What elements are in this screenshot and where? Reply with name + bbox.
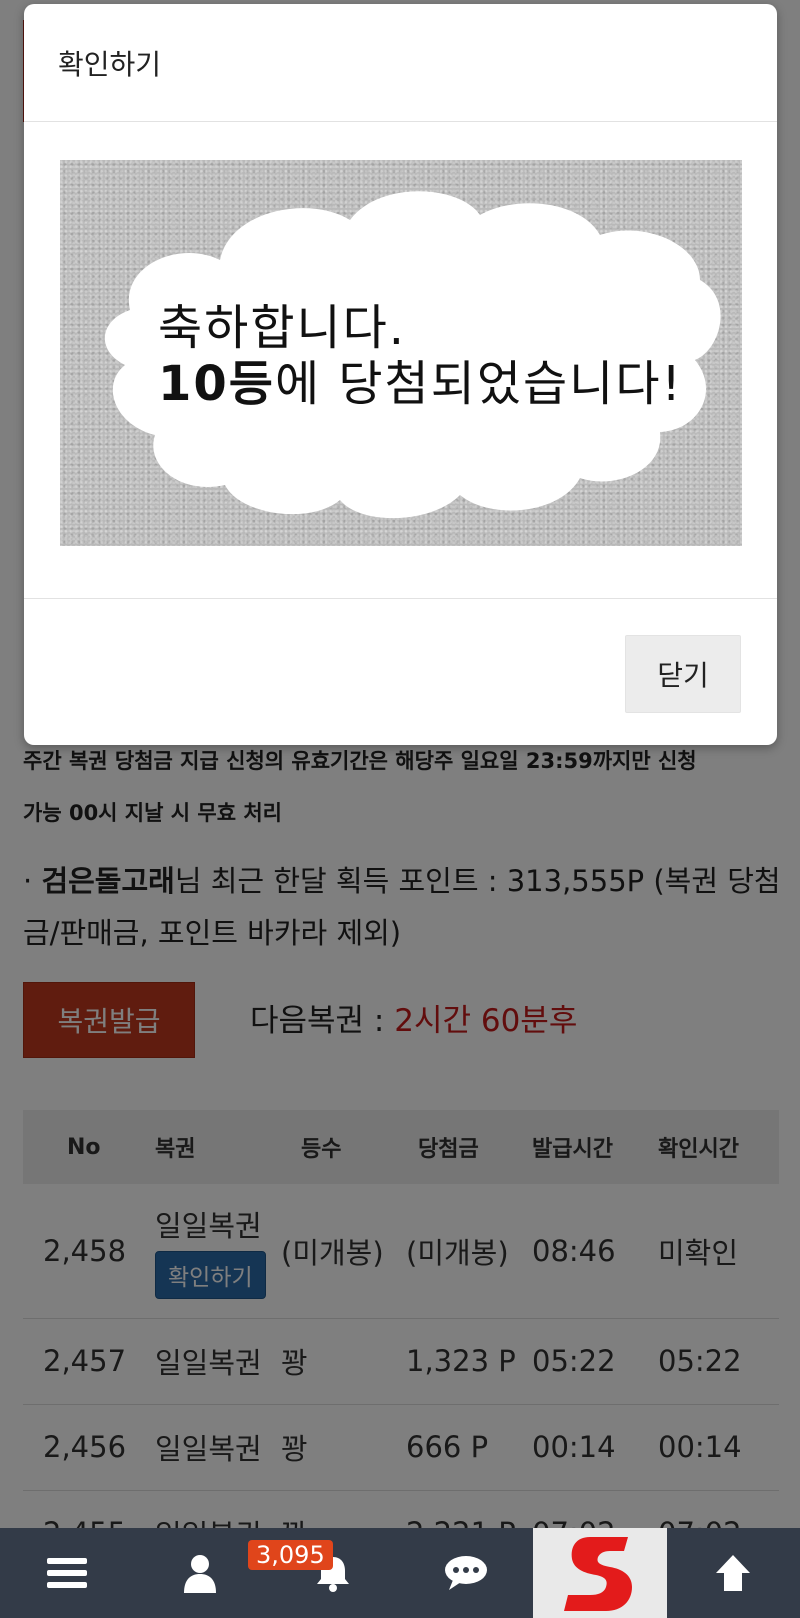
nav-menu[interactable] <box>0 1528 133 1618</box>
win-line-2: 10등에 당첨되었습니다! <box>158 356 683 412</box>
modal-header: 확인하기 <box>24 4 777 122</box>
menu-icon <box>46 1558 87 1588</box>
scratch-card: 축하합니다. 10등에 당첨되었습니다! <box>60 160 742 546</box>
nav-chat[interactable] <box>400 1528 533 1618</box>
close-button[interactable]: 닫기 <box>625 635 741 713</box>
modal-title: 확인하기 <box>58 47 162 81</box>
confirm-modal: 확인하기 축하합니다. 10등에 당첨되었습니다! 닫기 <box>24 4 777 745</box>
chat-icon <box>445 1556 488 1590</box>
win-line-2-rest: 에 당첨되었습니다! <box>274 356 683 412</box>
win-message: 축하합니다. 10등에 당첨되었습니다! <box>158 300 683 412</box>
modal-body: 축하합니다. 10등에 당첨되었습니다! <box>24 122 777 599</box>
nav-home-logo[interactable] <box>532 1528 667 1618</box>
logo-icon <box>563 1537 632 1611</box>
nav-scroll-top[interactable] <box>667 1528 800 1618</box>
win-line-1: 축하합니다. <box>158 300 407 356</box>
bottom-nav <box>0 1528 800 1618</box>
nav-profile[interactable] <box>133 1528 266 1618</box>
win-rank: 10등 <box>158 356 275 412</box>
arrow-up-icon <box>716 1555 751 1591</box>
modal-footer: 닫기 <box>24 599 777 745</box>
notification-badge: 3,095 <box>248 1540 333 1570</box>
user-icon <box>183 1555 216 1593</box>
